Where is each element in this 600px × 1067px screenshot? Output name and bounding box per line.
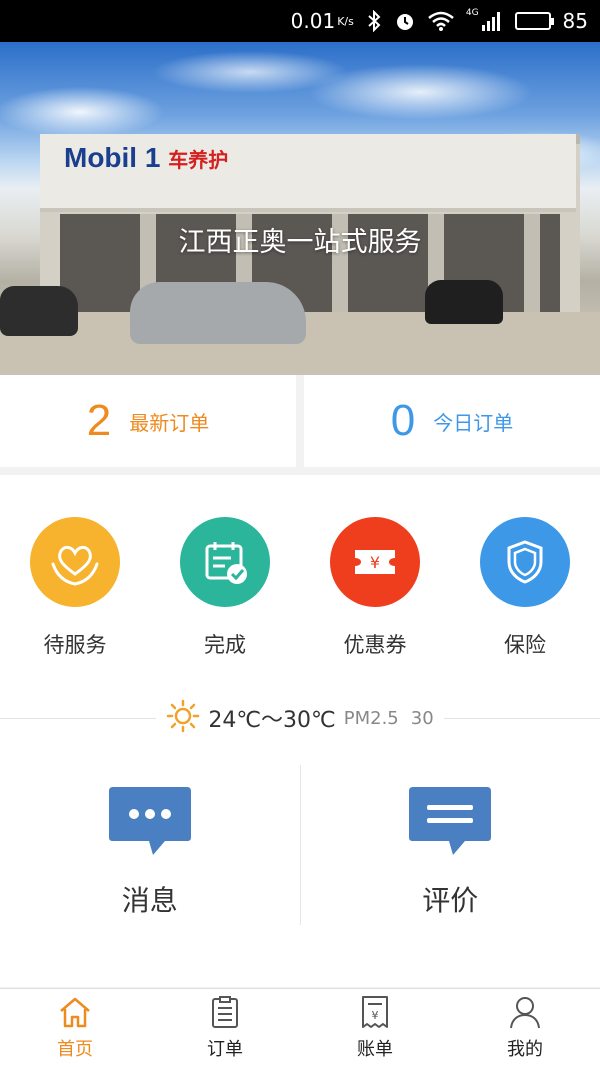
- today-orders-label: 今日订单: [433, 410, 514, 435]
- svg-text:¥: ¥: [372, 1009, 379, 1022]
- feature-grid: 待服务 完成 ¥ 优惠券 保险: [0, 517, 600, 659]
- net-speed-unit: K/s: [337, 14, 354, 28]
- tab-orders[interactable]: 订单: [150, 989, 300, 1067]
- mobil-logo-text: Mobil 1: [64, 142, 161, 173]
- user-icon: [507, 995, 543, 1033]
- feature-label: 保险: [504, 633, 546, 657]
- tab-home[interactable]: 首页: [0, 989, 150, 1067]
- reviews-button[interactable]: 评价: [301, 765, 600, 925]
- network-type: 4G: [465, 8, 479, 18]
- banner-car: [130, 282, 306, 344]
- alarm-icon: [394, 10, 416, 32]
- bluetooth-icon: [366, 10, 382, 32]
- feature-coupons[interactable]: ¥ 优惠券: [300, 517, 450, 659]
- coupon-icon: ¥: [330, 517, 420, 607]
- battery-icon: [514, 12, 554, 30]
- mobil-logo: Mobil 1 车养护: [64, 142, 228, 174]
- new-orders-card[interactable]: 2 最新订单: [0, 375, 296, 467]
- banner-title: 江西正奥一站式服务: [178, 227, 422, 258]
- tab-label: 账单: [357, 1039, 393, 1060]
- today-orders-card[interactable]: 0 今日订单: [304, 375, 600, 467]
- pm25-value: 30: [410, 707, 434, 729]
- bottom-tab-bar: 首页 订单 ¥ 账单 我的: [0, 988, 600, 1067]
- status-bar: 0.01 K/s 4G 85: [0, 0, 600, 42]
- battery-percent: 85: [562, 9, 588, 33]
- svg-text:¥: ¥: [370, 553, 380, 572]
- quick-actions: 消息 评价: [0, 765, 600, 925]
- orders-summary: 2 最新订单 0 今日订单: [0, 375, 600, 467]
- tab-bills[interactable]: ¥ 账单: [300, 989, 450, 1067]
- today-orders-count: 0: [390, 396, 416, 445]
- feature-completed[interactable]: 完成: [150, 517, 300, 659]
- tab-label: 首页: [57, 1039, 93, 1060]
- shield-icon: [480, 517, 570, 607]
- signal-icon: 4G: [465, 8, 503, 31]
- messages-label: 消息: [121, 884, 178, 917]
- weather-info: 24℃～30℃ PM2.5 30: [156, 699, 443, 737]
- net-speed-value: 0.01: [290, 9, 336, 33]
- chat-dots-icon: [107, 785, 193, 863]
- banner-car: [0, 286, 78, 336]
- weather-bar: 24℃～30℃ PM2.5 30: [0, 699, 600, 733]
- feature-label: 优惠券: [343, 633, 407, 657]
- tab-profile[interactable]: 我的: [450, 989, 600, 1067]
- tab-label: 订单: [207, 1039, 243, 1060]
- feature-pending-service[interactable]: 待服务: [0, 517, 150, 659]
- chat-lines-icon: [407, 785, 493, 863]
- weather-temperature: 24℃～30℃: [208, 708, 336, 733]
- feature-insurance[interactable]: 保险: [450, 517, 600, 659]
- banner-car: [425, 280, 503, 324]
- tab-label: 我的: [507, 1039, 543, 1060]
- feature-label: 待服务: [43, 633, 107, 657]
- mobil-logo-sub: 车养护: [168, 150, 229, 172]
- banner[interactable]: Mobil 1 车养护 江西正奥一站式服务: [0, 42, 600, 375]
- feature-label: 完成: [204, 633, 246, 657]
- main-panel: 待服务 完成 ¥ 优惠券 保险 24℃～30℃ PM2.5 30 消息 评价: [0, 475, 600, 987]
- messages-button[interactable]: 消息: [0, 765, 301, 925]
- pm25-label: PM2.5: [343, 707, 399, 729]
- order-list-icon: [207, 995, 243, 1033]
- calendar-check-icon: [180, 517, 270, 607]
- wifi-icon: [428, 11, 454, 31]
- new-orders-label: 最新订单: [129, 410, 210, 435]
- sun-icon: [166, 699, 200, 737]
- net-speed: 0.01 K/s: [291, 9, 354, 33]
- home-icon: [57, 995, 93, 1033]
- heart-hands-icon: [30, 517, 120, 607]
- new-orders-count: 2: [86, 396, 112, 445]
- reviews-label: 评价: [422, 884, 479, 917]
- bill-icon: ¥: [357, 995, 393, 1033]
